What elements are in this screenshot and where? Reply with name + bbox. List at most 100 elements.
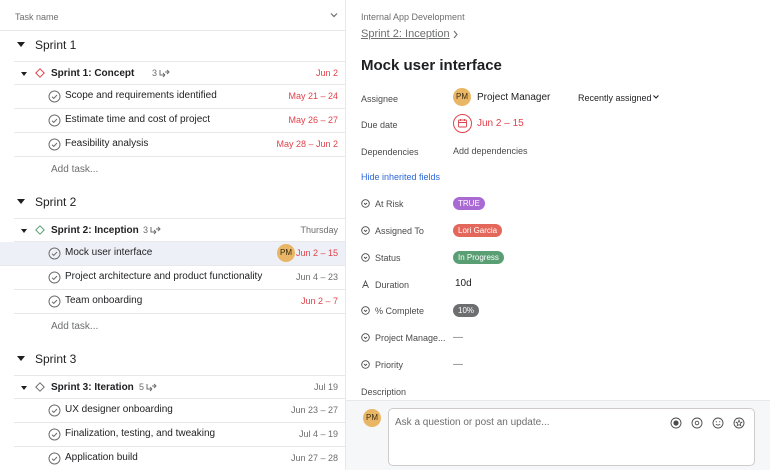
collapse-triangle-icon[interactable] [17, 356, 25, 361]
due-date[interactable]: Thursday [300, 225, 338, 235]
comment-input[interactable]: Ask a question or post an update... [395, 417, 550, 428]
field-value-assigned-to[interactable]: Lori Garcia [453, 224, 503, 237]
field-label-percent-complete: % Complete [375, 306, 425, 316]
recently-assigned-dropdown[interactable]: Recently assigned [578, 93, 652, 103]
check-circle-icon[interactable] [48, 90, 61, 103]
check-circle-icon[interactable] [48, 138, 61, 151]
collapse-triangle-icon[interactable] [21, 386, 27, 390]
check-circle-icon[interactable] [48, 247, 61, 260]
section-header-sprint-1[interactable]: Sprint 1 [0, 31, 345, 59]
task-title: Mock user interface [65, 247, 153, 258]
due-date[interactable]: Jul 19 [314, 382, 338, 392]
milestone-title: Sprint 2: Inception [51, 225, 139, 236]
due-date[interactable]: May 28 – Jun 2 [276, 139, 338, 149]
due-date[interactable]: Jun 23 – 27 [291, 405, 338, 415]
check-circle-icon[interactable] [48, 114, 61, 127]
due-date[interactable]: Jun 2 – 7 [301, 296, 338, 306]
chevron-down-icon[interactable] [329, 10, 339, 20]
field-value-priority[interactable]: — [453, 359, 463, 370]
assignee-name[interactable]: Project Manager [477, 92, 550, 103]
due-date-label: Due date [361, 120, 398, 130]
check-circle-icon[interactable] [48, 452, 61, 465]
field-value-status[interactable]: In Progress [453, 251, 504, 264]
project-breadcrumb[interactable]: Internal App Development [361, 12, 465, 22]
collapse-triangle-icon[interactable] [21, 72, 27, 76]
text-field-icon [362, 280, 369, 289]
field-label-priority: Priority [375, 360, 404, 370]
collapse-triangle-icon[interactable] [17, 199, 25, 204]
task-row[interactable]: UX designer onboarding Jun 23 – 27 [14, 399, 345, 423]
due-date[interactable]: Jun 2 [316, 68, 338, 78]
collapse-triangle-icon[interactable] [17, 42, 25, 47]
section-header-sprint-2[interactable]: Sprint 2 [0, 188, 345, 216]
section-header-sprint-3[interactable]: Sprint 3 [0, 345, 345, 373]
field-value-duration[interactable]: 10d [455, 278, 472, 289]
dropdown-field-icon [361, 199, 370, 208]
milestone-row[interactable]: Sprint 2: Inception 3 Thursday [14, 218, 345, 242]
star-icon[interactable] [733, 417, 745, 429]
check-circle-icon[interactable] [48, 404, 61, 417]
dependencies-label: Dependencies [361, 147, 419, 157]
milestone-diamond-icon[interactable] [35, 382, 45, 392]
task-row[interactable]: Project architecture and product functio… [14, 266, 345, 290]
subtask-icon [150, 226, 161, 235]
section-name: Sprint 3 [35, 352, 77, 366]
milestone-row[interactable]: Sprint 3: Iteration 5 Jul 19 [14, 375, 345, 399]
task-title: Finalization, testing, and tweaking [65, 428, 216, 439]
column-header-label: Task name [15, 12, 59, 22]
field-label-at-risk: At Risk [375, 199, 404, 209]
comment-box[interactable]: Ask a question or post an update... [388, 408, 755, 466]
field-label-status: Status [375, 253, 401, 263]
task-row[interactable]: Team onboarding Jun 2 – 7 [14, 290, 345, 314]
milestone-diamond-icon[interactable] [35, 68, 45, 78]
task-row[interactable]: Application build Jun 27 – 28 [14, 447, 345, 470]
check-circle-icon[interactable] [48, 271, 61, 284]
field-label-assigned-to: Assigned To [375, 226, 424, 236]
check-circle-icon[interactable] [48, 295, 61, 308]
check-circle-icon[interactable] [48, 428, 61, 441]
assignee-label: Assignee [361, 94, 399, 104]
assignee-avatar[interactable]: PM [453, 88, 471, 106]
add-dependencies-button[interactable]: Add dependencies [453, 146, 528, 156]
description-label: Description [361, 387, 407, 397]
dropdown-field-icon [361, 333, 370, 342]
due-date[interactable]: Jun 4 – 23 [296, 272, 338, 282]
add-task-button[interactable]: Add task... [51, 164, 98, 175]
task-title: Scope and requirements identified [65, 90, 217, 101]
chevron-down-icon[interactable] [652, 93, 660, 101]
collapse-triangle-icon[interactable] [21, 229, 27, 233]
task-row[interactable]: Finalization, testing, and tweaking Jul … [14, 423, 345, 447]
due-date[interactable]: May 26 – 27 [288, 115, 338, 125]
milestone-diamond-icon[interactable] [35, 225, 45, 235]
task-list-pane: Task name Sprint 1 Sprint 1: Concept 3 J… [0, 0, 346, 470]
subtask-count: 3 [152, 68, 158, 78]
field-value-percent-complete[interactable]: 10% [453, 304, 480, 317]
task-title: Project architecture and product functio… [65, 271, 263, 282]
milestone-row[interactable]: Sprint 1: Concept 3 Jun 2 [14, 61, 345, 85]
add-task-button[interactable]: Add task... [51, 321, 98, 332]
due-date-value[interactable]: Jun 2 – 15 [477, 118, 524, 129]
task-row[interactable]: Feasibility analysis May 28 – Jun 2 [14, 133, 345, 157]
assignee-avatar[interactable]: PM [277, 244, 295, 262]
field-value-project-manager[interactable]: — [453, 332, 463, 343]
calendar-icon[interactable] [453, 114, 472, 133]
hide-inherited-fields-link[interactable]: Hide inherited fields [361, 172, 440, 182]
task-title: Feasibility analysis [65, 138, 149, 149]
due-date[interactable]: Jun 2 – 15 [296, 248, 338, 258]
mention-icon[interactable] [691, 417, 703, 429]
record-icon[interactable] [670, 417, 682, 429]
section-name: Sprint 1 [35, 38, 77, 52]
emoji-icon[interactable] [712, 417, 724, 429]
field-label-project-manager: Project Manage... [375, 333, 446, 343]
due-date[interactable]: May 21 – 24 [288, 91, 338, 101]
task-detail-title[interactable]: Mock user interface [361, 57, 502, 74]
task-row-selected[interactable]: Mock user interface PM Jun 2 – 15 [0, 242, 345, 266]
due-date[interactable]: Jul 4 – 19 [299, 429, 338, 439]
task-row[interactable]: Estimate time and cost of project May 26… [14, 109, 345, 133]
due-date[interactable]: Jun 27 – 28 [291, 453, 338, 463]
dropdown-field-icon [361, 306, 370, 315]
column-header: Task name [0, 0, 345, 31]
task-row[interactable]: Scope and requirements identified May 21… [14, 85, 345, 109]
field-value-at-risk[interactable]: TRUE [453, 197, 485, 210]
parent-task-link[interactable]: Sprint 2: Inception [361, 28, 450, 40]
